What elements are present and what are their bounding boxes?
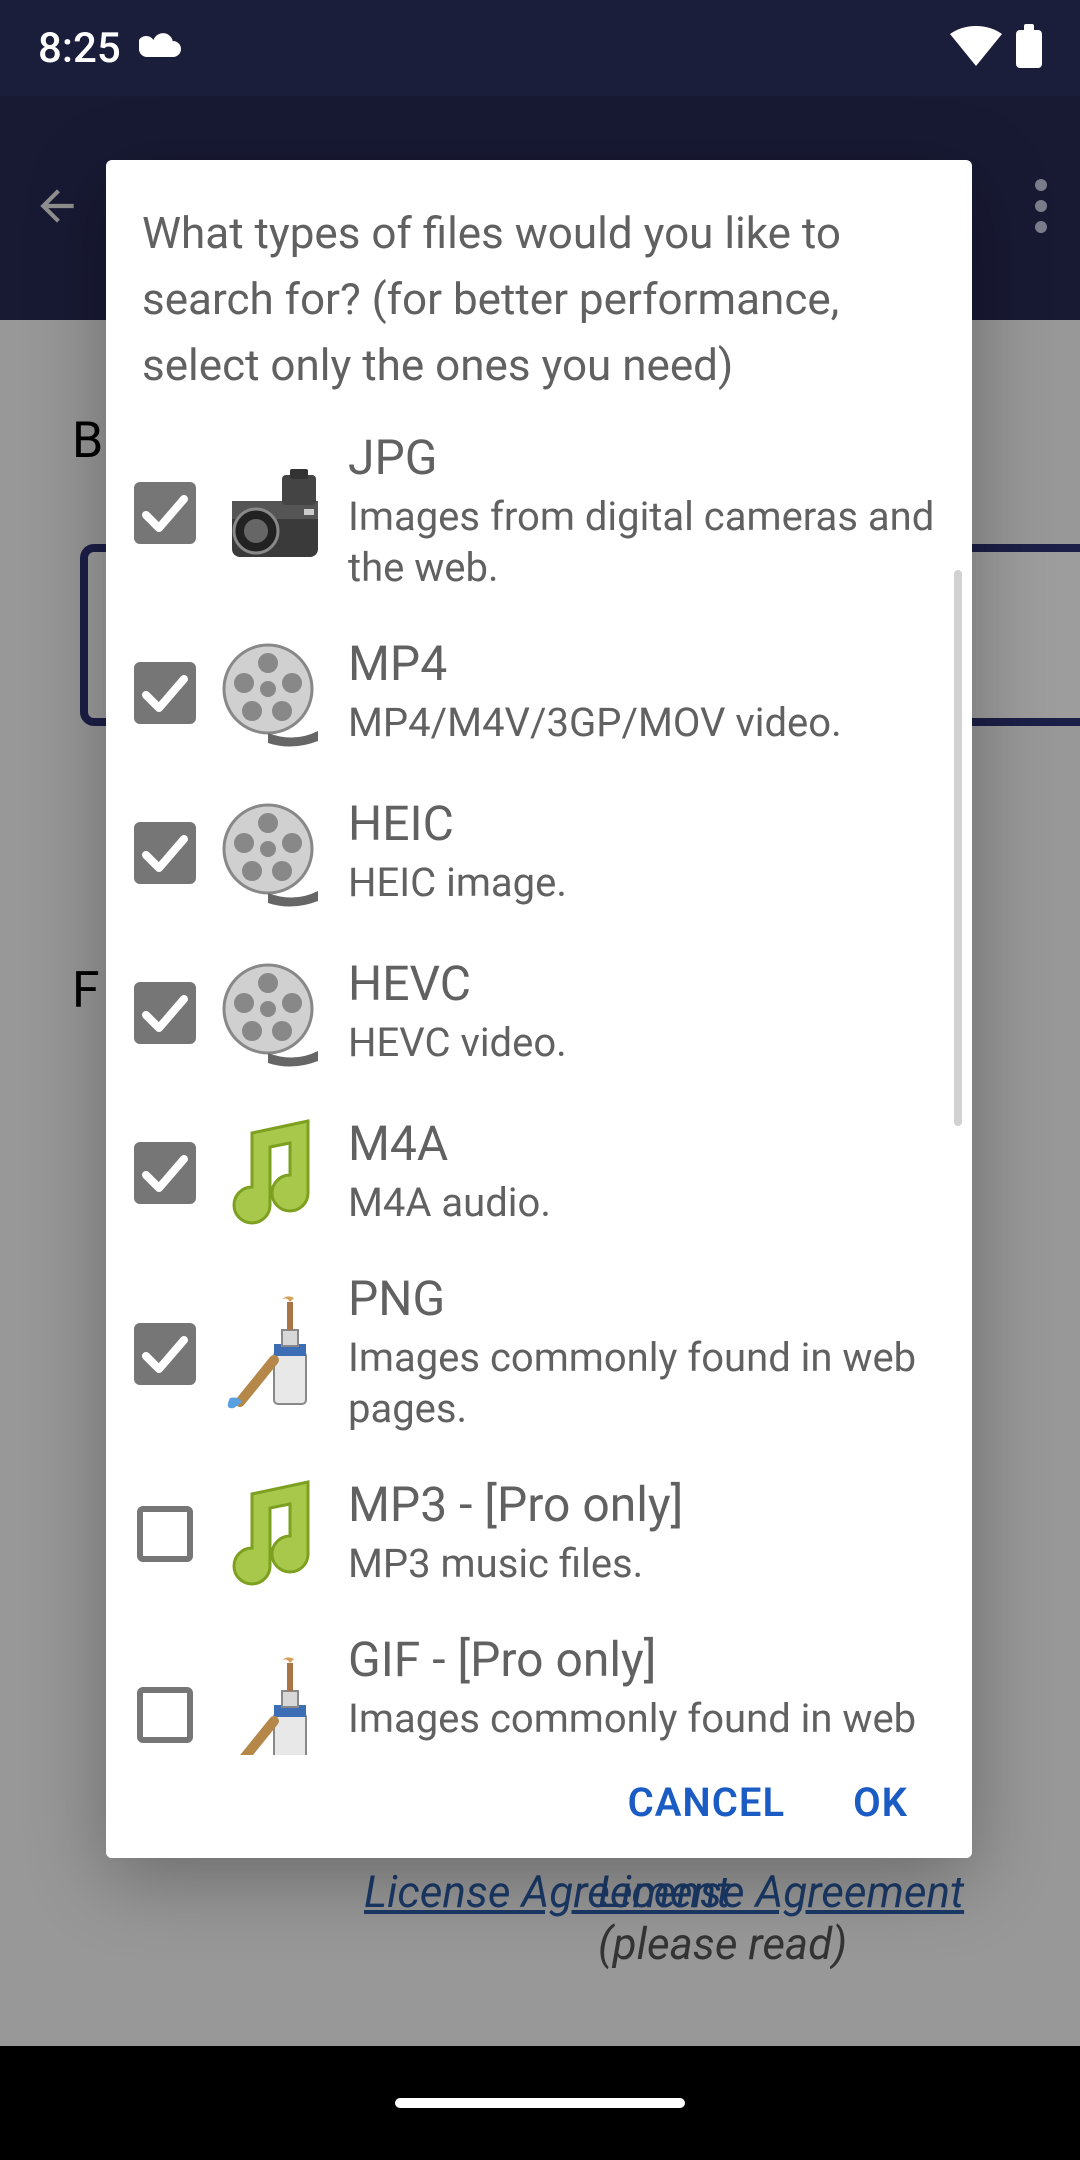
file-type-desc: Images from digital cameras and the web. [348,491,940,593]
cancel-button[interactable]: CANCEL [628,1779,785,1826]
music-icon [212,1474,332,1594]
file-type-texts: GIF - [Pro only] Images commonly found in… [348,1634,956,1755]
ok-button[interactable]: OK [853,1779,908,1826]
file-type-desc: M4A audio. [348,1177,940,1228]
file-type-title: M4A [348,1118,940,1171]
file-type-row[interactable]: GIF - [Pro only] Images commonly found in… [106,1614,964,1755]
file-type-row[interactable]: MP3 - [Pro only] MP3 music files. [106,1454,964,1614]
file-type-title: HEIC [348,798,940,851]
nav-bar [0,2046,1080,2160]
file-type-row[interactable]: JPG Images from digital cameras and the w… [106,412,964,613]
cloud-icon [139,31,183,65]
battery-icon [1016,24,1042,72]
file-type-texts: MP3 - [Pro only] MP3 music files. [348,1479,956,1589]
reel-icon [212,953,332,1073]
file-type-row[interactable]: HEVC HEVC video. [106,933,964,1093]
file-type-desc: HEVC video. [348,1017,940,1068]
file-type-desc: HEIC image. [348,857,940,908]
file-type-texts: M4A M4A audio. [348,1118,956,1228]
camera-icon [212,453,332,573]
checkbox[interactable] [134,1142,196,1204]
file-type-row[interactable]: M4A M4A audio. [106,1093,964,1253]
file-type-row[interactable]: PNG Images commonly found in web pages. [106,1253,964,1454]
status-left: 8:25 [38,24,183,73]
file-type-title: HEVC [348,958,940,1011]
file-type-title: GIF - [Pro only] [348,1634,940,1687]
paint-icon [212,1655,332,1755]
screen: 8:25 B F s? t, License Agreement License… [0,0,1080,2160]
status-time: 8:25 [38,24,121,73]
status-right [950,24,1042,72]
checkbox[interactable] [134,982,196,1044]
dialog-title: What types of files would you like to se… [106,160,972,412]
file-type-texts: HEIC HEIC image. [348,798,956,908]
file-type-row[interactable]: HEIC HEIC image. [106,773,964,933]
file-type-desc: MP3 music files. [348,1538,940,1589]
paint-icon [212,1294,332,1414]
checkbox[interactable] [134,482,196,544]
file-type-texts: MP4 MP4/M4V/3GP/MOV video. [348,638,956,748]
file-type-title: MP4 [348,638,940,691]
checkbox[interactable] [134,662,196,724]
file-type-title: MP3 - [Pro only] [348,1479,940,1532]
file-types-dialog: What types of files would you like to se… [106,160,972,1858]
file-type-title: JPG [348,432,940,485]
checkbox[interactable] [137,1506,193,1562]
scrollbar-thumb[interactable] [954,570,962,1126]
file-type-row[interactable]: MP4 MP4/M4V/3GP/MOV video. [106,613,964,773]
nav-handle[interactable] [395,2098,685,2108]
checkbox[interactable] [134,822,196,884]
checkbox[interactable] [134,1323,196,1385]
file-type-texts: JPG Images from digital cameras and the w… [348,432,956,593]
wifi-icon [950,26,1002,70]
reel-icon [212,633,332,753]
file-type-texts: HEVC HEVC video. [348,958,956,1068]
file-type-desc: MP4/M4V/3GP/MOV video. [348,697,940,748]
file-type-texts: PNG Images commonly found in web pages. [348,1273,956,1434]
file-type-title: PNG [348,1273,940,1326]
dialog-actions: CANCEL OK [106,1755,972,1858]
file-type-desc: Images commonly found in web pages. [348,1693,940,1755]
music-icon [212,1113,332,1233]
status-bar: 8:25 [0,0,1080,96]
dialog-list[interactable]: JPG Images from digital cameras and the w… [106,412,972,1755]
checkbox[interactable] [137,1687,193,1743]
file-type-desc: Images commonly found in web pages. [348,1332,940,1434]
reel-icon [212,793,332,913]
